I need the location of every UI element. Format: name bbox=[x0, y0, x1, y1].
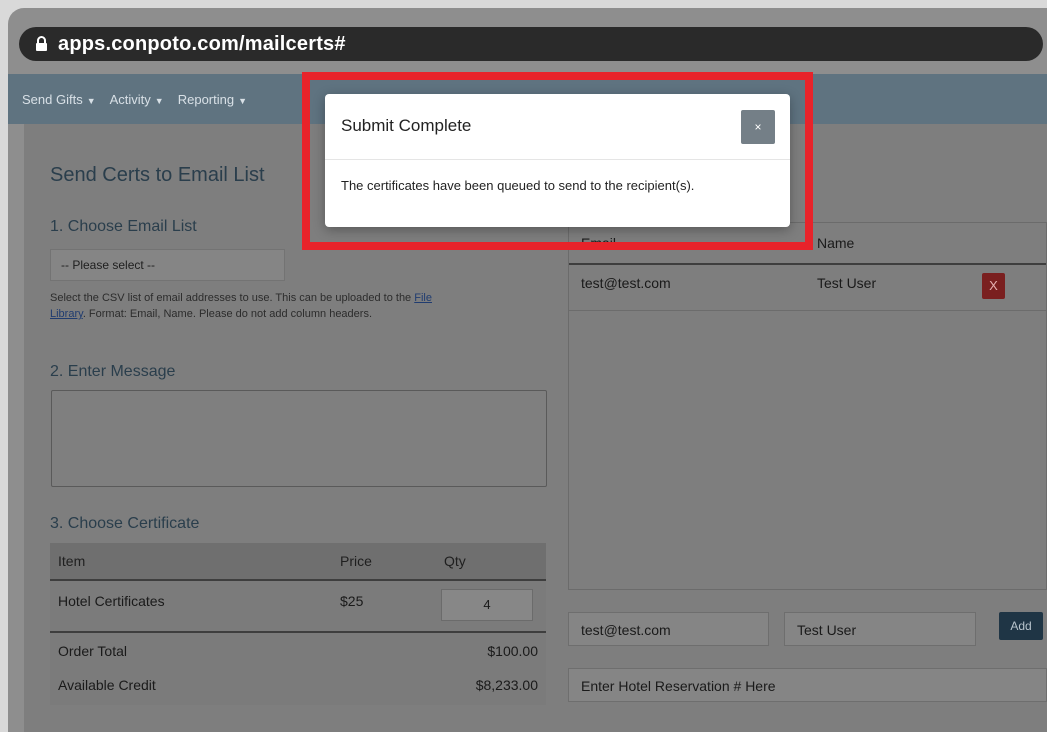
message-textarea[interactable] bbox=[51, 390, 547, 487]
submit-complete-modal: Submit Complete × The certificates have … bbox=[325, 94, 790, 227]
available-credit-label: Available Credit bbox=[58, 677, 156, 693]
available-credit-row: Available Credit $8,233.00 bbox=[50, 669, 546, 705]
nav-activity[interactable]: Activity ▼ bbox=[110, 92, 164, 107]
row-email: test@test.com bbox=[581, 275, 671, 291]
caret-down-icon: ▼ bbox=[154, 95, 164, 106]
table-header: Item Price Qty bbox=[50, 543, 546, 581]
col-price: Price bbox=[340, 553, 372, 569]
url-text: apps.conpoto.com/mailcerts# bbox=[58, 32, 346, 55]
table-row: Hotel Certificates $25 4 bbox=[50, 581, 546, 633]
row-name: Test User bbox=[817, 275, 877, 291]
add-button[interactable]: Add bbox=[999, 612, 1043, 640]
col-item: Item bbox=[58, 553, 86, 569]
qty-input[interactable]: 4 bbox=[441, 589, 533, 621]
nav-reporting[interactable]: Reporting ▼ bbox=[178, 92, 247, 107]
address-bar[interactable]: apps.conpoto.com/mailcerts# bbox=[19, 27, 1043, 61]
email-list-panel: Email Name test@test.com Test User X bbox=[568, 222, 1047, 590]
order-total-row: Order Total $100.00 bbox=[50, 633, 546, 669]
new-email-input[interactable]: test@test.com bbox=[568, 612, 769, 646]
caret-down-icon: ▼ bbox=[238, 95, 248, 106]
modal-title: Submit Complete bbox=[341, 116, 472, 135]
modal-message: The certificates have been queued to sen… bbox=[341, 178, 695, 193]
modal-header: Submit Complete × bbox=[325, 94, 790, 160]
item-name: Hotel Certificates bbox=[58, 593, 165, 609]
lock-icon bbox=[36, 36, 47, 51]
email-list-help: Select the CSV list of email addresses t… bbox=[50, 292, 432, 320]
reservation-input[interactable]: Enter Hotel Reservation # Here bbox=[568, 668, 1047, 702]
table-row: test@test.com Test User X bbox=[569, 265, 1046, 311]
order-total-label: Order Total bbox=[58, 643, 127, 659]
certificate-table: Item Price Qty Hotel Certificates $25 4 … bbox=[50, 543, 546, 705]
caret-down-icon: ▼ bbox=[86, 95, 96, 106]
delete-row-button[interactable]: X bbox=[982, 273, 1005, 299]
order-total-value: $100.00 bbox=[487, 643, 538, 659]
email-list-select[interactable]: -- Please select -- bbox=[50, 249, 285, 281]
col-qty: Qty bbox=[444, 553, 466, 569]
col-name: Name bbox=[817, 235, 855, 251]
step3-heading: 3. Choose Certificate bbox=[50, 515, 200, 532]
new-name-input[interactable]: Test User bbox=[784, 612, 976, 646]
nav-send-gifts[interactable]: Send Gifts ▼ bbox=[22, 92, 96, 107]
page-title: Send Certs to Email List bbox=[50, 164, 265, 186]
available-credit-value: $8,233.00 bbox=[475, 677, 538, 693]
item-price: $25 bbox=[340, 593, 364, 609]
close-button[interactable]: × bbox=[741, 110, 775, 144]
step1-heading: 1. Choose Email List bbox=[50, 218, 197, 235]
step2-heading: 2. Enter Message bbox=[50, 363, 176, 380]
